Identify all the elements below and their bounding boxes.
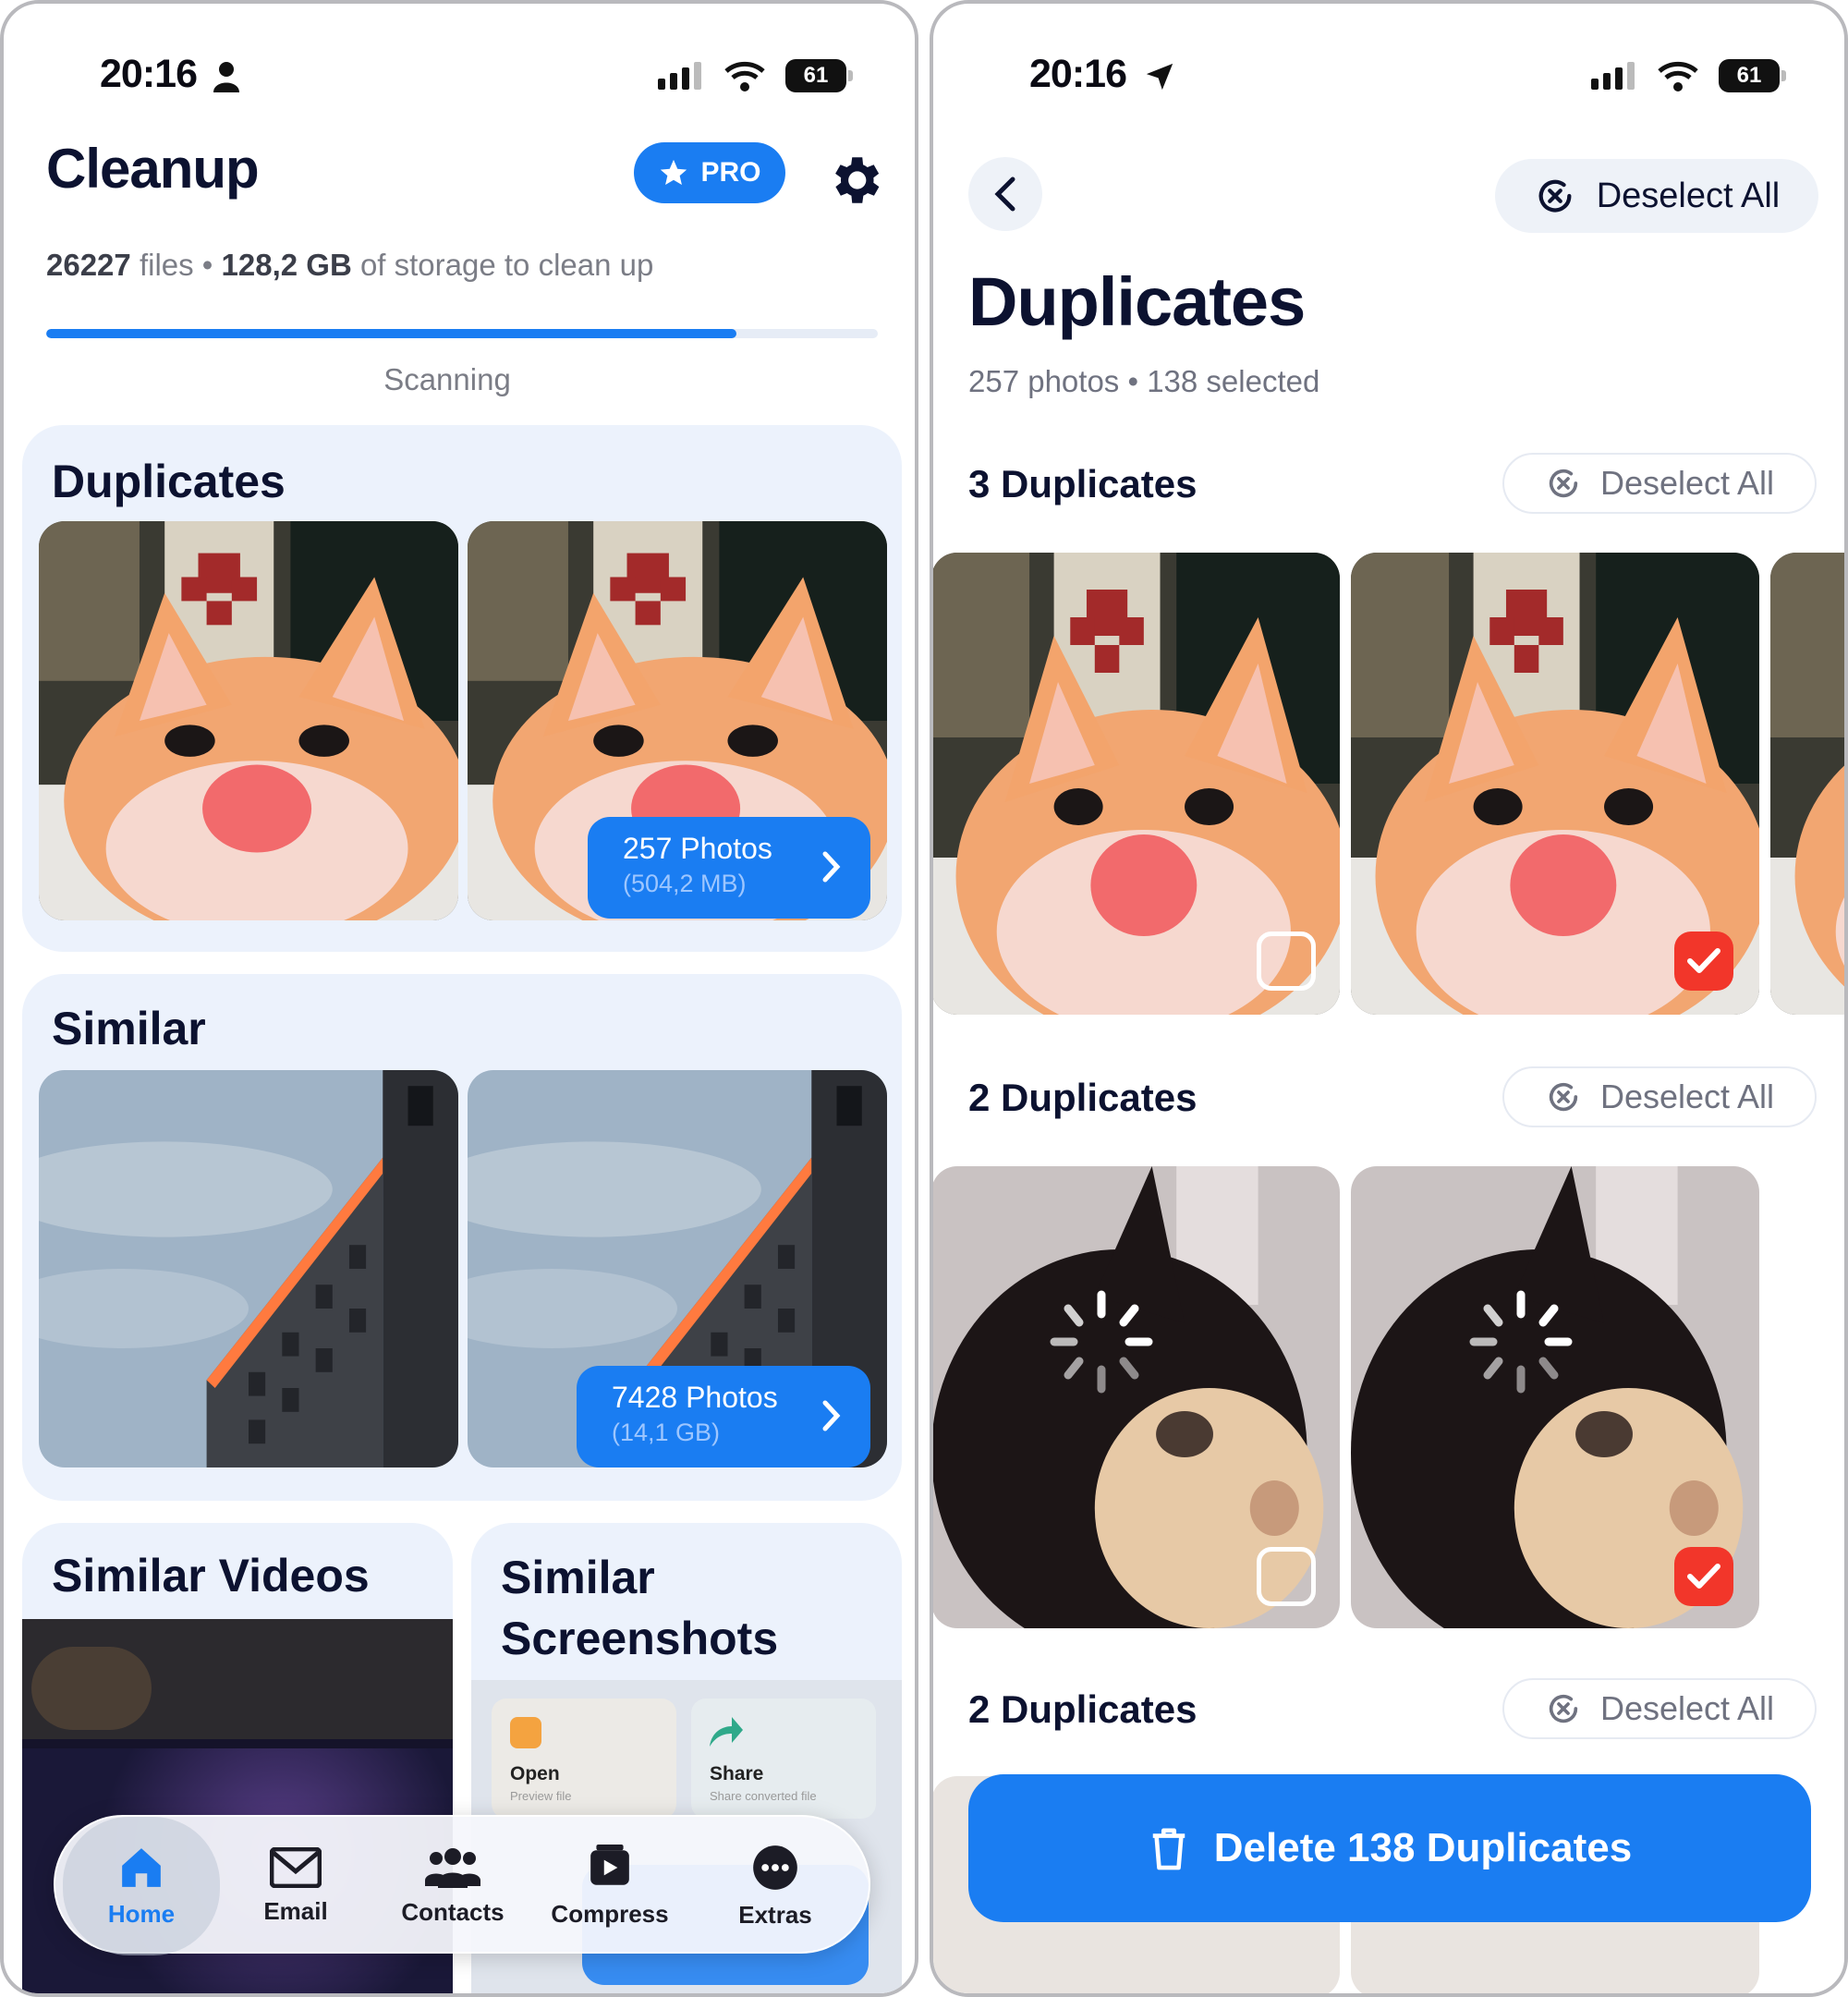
- group-deselect-label: Deselect All: [1599, 1689, 1775, 1727]
- tab-contacts[interactable]: Contacts: [370, 1817, 536, 1955]
- tab-contacts-label: Contacts: [401, 1897, 505, 1926]
- similar-videos-title: Similar Videos: [52, 1550, 370, 1601]
- duplicates-count-button[interactable]: 257 Photos (504,2 MB): [588, 817, 870, 919]
- pro-label: PRO: [700, 157, 761, 188]
- deselect-all-button[interactable]: Deselect All: [1495, 159, 1818, 233]
- select-checkbox[interactable]: [1257, 1547, 1316, 1606]
- similar-card-title: Similar: [52, 1003, 206, 1054]
- battery-indicator: 61: [1719, 59, 1786, 92]
- loading-spinner-icon: [1050, 1290, 1153, 1394]
- group-title: 3 Duplicates: [968, 462, 1198, 505]
- storage-summary: 26227 files • 128,2 GB of storage to cle…: [46, 248, 653, 283]
- tab-extras[interactable]: Extras: [697, 1817, 854, 1955]
- tab-email-label: Email: [263, 1896, 328, 1925]
- ellipsis-icon: [753, 1845, 797, 1890]
- selected-checkmark[interactable]: [1674, 1547, 1733, 1606]
- files-count: 26227: [46, 248, 131, 282]
- battery-indicator: 61: [785, 59, 853, 92]
- page-title: Cleanup: [46, 138, 260, 200]
- status-time: 20:16: [1029, 52, 1127, 96]
- group-title: 2 Duplicates: [968, 1687, 1198, 1731]
- signal-icon: [658, 62, 701, 90]
- envelope-icon: [270, 1846, 322, 1888]
- files-word: files: [139, 248, 194, 282]
- scan-status: Scanning: [383, 362, 511, 396]
- status-time: 20:16: [100, 52, 198, 96]
- duplicates-card-title: Duplicates: [52, 456, 286, 507]
- similar-card[interactable]: Similar 7428 Photos (14,1 GB): [22, 974, 902, 1501]
- duplicate-photo[interactable]: [1770, 553, 1844, 1015]
- selected-checkmark[interactable]: [1674, 932, 1733, 991]
- checkmark-icon: [1687, 1564, 1720, 1589]
- duplicate-photo[interactable]: [1351, 1166, 1759, 1628]
- tab-email[interactable]: Email: [222, 1817, 370, 1955]
- tab-home-label: Home: [107, 1899, 176, 1928]
- group-deselect-label: Deselect All: [1599, 1078, 1775, 1115]
- loading-spinner-icon: [1469, 1290, 1573, 1394]
- pro-button[interactable]: PRO: [634, 142, 785, 203]
- phone-screen-cleanup: 20:16 61 Cleanup PRO 26227 files • 128,2…: [0, 0, 918, 1997]
- duplicates-card[interactable]: Duplicates 257 Photos (504,2 MB): [22, 425, 902, 952]
- screenshot-share-sub: Share converted file: [710, 1789, 817, 1803]
- tab-extras-label: Extras: [738, 1900, 812, 1929]
- similar-thumbnail[interactable]: [39, 1070, 458, 1467]
- similar-screenshots-title: Similar Screenshots: [501, 1552, 779, 1664]
- selection-summary: 257 photos • 138 selected: [968, 364, 1320, 398]
- status-icons: 61: [1591, 59, 1786, 92]
- chevron-left-icon: [994, 177, 1015, 212]
- share-arrow-icon: [710, 1717, 743, 1747]
- duplicate-photo[interactable]: [933, 553, 1340, 1015]
- gear-icon[interactable]: [824, 150, 885, 211]
- tab-compress[interactable]: Compress: [527, 1817, 693, 1955]
- wifi-icon: [724, 61, 765, 91]
- group-deselect-button[interactable]: Deselect All: [1502, 1066, 1817, 1127]
- group-deselect-button[interactable]: Deselect All: [1502, 453, 1817, 514]
- people-icon: [425, 1847, 480, 1888]
- group-deselect-label: Deselect All: [1599, 464, 1775, 502]
- delete-button-label: Delete 138 Duplicates: [1213, 1825, 1633, 1870]
- trash-icon: [1152, 1828, 1185, 1870]
- storage-size: 128,2 GB: [221, 248, 352, 282]
- bottom-tab-bar: Home Email Contacts Compress Extras: [54, 1815, 870, 1955]
- deselect-circle-icon: [1538, 179, 1572, 213]
- star-icon: [661, 159, 687, 186]
- person-icon: [213, 62, 239, 92]
- deselect-circle-icon: [1549, 1082, 1578, 1112]
- wifi-icon: [1658, 61, 1698, 91]
- back-button[interactable]: [968, 157, 1042, 231]
- page-title: Duplicates: [968, 263, 1306, 340]
- deselect-all-label: Deselect All: [1596, 176, 1781, 215]
- duplicate-photo[interactable]: [933, 1166, 1340, 1628]
- group-title: 2 Duplicates: [968, 1076, 1198, 1119]
- deselect-circle-icon: [1549, 469, 1578, 498]
- chevron-right-icon: [822, 851, 841, 883]
- signal-icon: [1591, 62, 1635, 90]
- scan-progress-fill: [46, 329, 736, 338]
- duplicate-photo[interactable]: [1351, 553, 1759, 1015]
- similar-count-button[interactable]: 7428 Photos (14,1 GB): [577, 1366, 870, 1467]
- group-deselect-button[interactable]: Deselect All: [1502, 1678, 1817, 1739]
- video-icon: [590, 1844, 629, 1885]
- chevron-right-icon: [822, 1400, 841, 1431]
- screenshot-open-sub: Preview file: [510, 1789, 572, 1803]
- delete-duplicates-button[interactable]: Delete 138 Duplicates: [968, 1774, 1811, 1922]
- checkmark-icon: [1687, 948, 1720, 973]
- location-arrow-icon: [1146, 63, 1173, 91]
- status-icons: 61: [658, 59, 853, 92]
- storage-rest: of storage to clean up: [359, 248, 654, 282]
- duplicate-thumbnail[interactable]: [39, 521, 458, 920]
- tab-compress-label: Compress: [551, 1899, 669, 1928]
- house-icon: [122, 1847, 161, 1887]
- select-checkbox[interactable]: [1257, 932, 1316, 991]
- screenshot-share-label: Share: [710, 1763, 764, 1784]
- deselect-circle-icon: [1549, 1694, 1578, 1723]
- screenshot-open-label: Open: [510, 1763, 560, 1784]
- phone-screen-duplicates: 20:16 61 Deselect All Duplicates 257 pho…: [930, 0, 1848, 1997]
- scan-progress-bar: [46, 329, 878, 338]
- separator-dot: •: [201, 248, 213, 282]
- tab-home[interactable]: Home: [63, 1817, 220, 1955]
